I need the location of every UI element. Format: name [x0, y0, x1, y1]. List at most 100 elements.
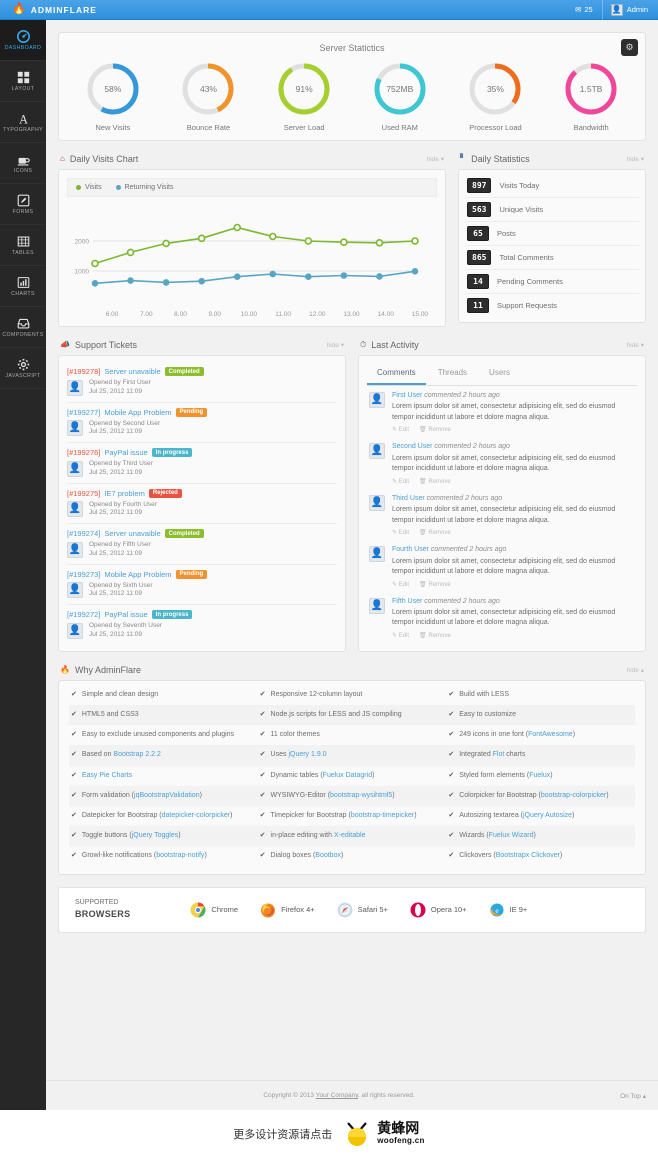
ticket-id[interactable]: [#199277] — [67, 408, 100, 417]
edit-comment-button[interactable]: ✎ Edit — [392, 632, 409, 639]
feature-text-part: Wizards ( — [459, 831, 489, 839]
ticket-item[interactable]: [#199278] Server unavaible Completed 👤 Opene… — [67, 362, 337, 403]
feature-link[interactable]: Easy Pie Charts — [82, 772, 132, 779]
ticket-item[interactable]: [#199277] Mobile App Problem Pending 👤 Opene… — [67, 403, 337, 444]
feature-link[interactable]: bootstrap-colorpicker — [541, 792, 606, 799]
feature-text: Toggle buttons (jQuery Toggles) — [82, 831, 181, 841]
sidebar-item-layout[interactable]: LAYOUT — [0, 61, 46, 102]
tab-comments[interactable]: Comments — [367, 364, 426, 385]
feature-link[interactable]: Flot — [493, 751, 505, 758]
statistic-badge: 563 — [467, 202, 492, 217]
ticket-subject[interactable]: PayPal issue — [104, 610, 147, 619]
remove-comment-button[interactable]: 🗑 Remove — [419, 426, 451, 433]
comment-user[interactable]: Third User — [392, 495, 425, 502]
sidebar-item-forms[interactable]: FORMS — [0, 184, 46, 225]
ticket-subject[interactable]: Mobile App Problem — [104, 570, 171, 579]
x-tick: 6.00 — [105, 311, 119, 318]
sidebar-item-components[interactable]: COMPONENTS — [0, 307, 46, 348]
ticket-item[interactable]: [#199275] IE7 problem Rejected 👤 Opened by F… — [67, 484, 337, 525]
edit-comment-button[interactable]: ✎ Edit — [392, 529, 409, 536]
legend-item-1[interactable]: Returning Visits — [115, 184, 174, 191]
remove-comment-button[interactable]: 🗑 Remove — [419, 581, 451, 588]
feature-text-part: ) — [559, 852, 563, 860]
comment-header: First User commented 2 hours ago — [392, 392, 635, 400]
feature-link[interactable]: Fuelux Wizard — [489, 832, 534, 839]
feature-link[interactable]: Fuelux Datagrid — [323, 772, 372, 779]
ticket-id[interactable]: [#199276] — [67, 448, 100, 457]
feature-link[interactable]: jQuery 1.9.0 — [288, 751, 326, 758]
feature-link[interactable]: X-editable — [334, 832, 366, 839]
feature-text: Simple and clean design — [82, 690, 158, 700]
ticket-item[interactable]: [#199272] PayPal issue In progress 👤 Opened … — [67, 605, 337, 645]
hide-link-daily-statistics[interactable]: hide ▾ — [627, 155, 644, 163]
ticket-id[interactable]: [#199274] — [67, 529, 100, 538]
sidebar-item-tables[interactable]: TABLES — [0, 225, 46, 266]
comment-user[interactable]: Fourth User — [392, 546, 429, 553]
messages-button[interactable]: ✉ 25 — [566, 0, 603, 20]
sidebar-item-charts[interactable]: CHARTS — [0, 266, 46, 307]
comment-user[interactable]: First User — [392, 392, 422, 399]
feature-link[interactable]: jQuery Autosize — [523, 812, 572, 819]
comment-user[interactable]: Second User — [392, 443, 432, 450]
hide-link-last-activity[interactable]: hide ▾ — [627, 341, 644, 349]
user-menu-button[interactable]: 👤 Admin — [603, 0, 658, 20]
remove-comment-button[interactable]: 🗑 Remove — [419, 529, 451, 536]
ticket-id[interactable]: [#199278] — [67, 367, 100, 376]
why-adminflare-header: 🔥 Why AdminFlare hide ▴ — [58, 662, 646, 680]
feature-link[interactable]: Bootbox — [315, 852, 341, 859]
check-icon: ✔ — [448, 690, 455, 698]
feature-text: Colorpicker for Bootstrap (bootstrap-col… — [459, 791, 608, 801]
ticket-subject[interactable]: IE7 problem — [104, 489, 144, 498]
feature-link[interactable]: Bootstrapx Clickover — [496, 852, 560, 859]
edit-comment-button[interactable]: ✎ Edit — [392, 581, 409, 588]
sidebar-item-typography[interactable]: A TYPOGRAPHY — [0, 102, 46, 143]
ticket-subject[interactable]: Mobile App Problem — [104, 408, 171, 417]
feature-link[interactable]: bootstrap-notify — [156, 852, 204, 859]
edit-comment-button[interactable]: ✎ Edit — [392, 426, 409, 433]
company-link[interactable]: Your Company — [316, 1092, 358, 1099]
feature-item: ✔ Node.js scripts for LESS and JS compili… — [258, 705, 447, 725]
brand-logo[interactable]: 🔥 ADMINFLARE — [0, 4, 97, 15]
edit-comment-button[interactable]: ✎ Edit — [392, 478, 409, 485]
hide-link-why-adminflare[interactable]: hide ▴ — [627, 666, 644, 674]
feature-link[interactable]: bootstrap-timepicker — [351, 812, 414, 819]
feature-link[interactable]: jqBootstrapValidation — [134, 792, 200, 799]
on-top-link[interactable]: On Top ▴ — [620, 1092, 646, 1100]
feature-text: Dynamic tables (Fuelux Datagrid) — [271, 771, 375, 781]
feature-link[interactable]: FontAwesome — [528, 731, 573, 738]
remove-comment-button[interactable]: 🗑 Remove — [419, 478, 451, 485]
sidebar-item-icons[interactable]: ICONS — [0, 143, 46, 184]
ticket-item[interactable]: [#199274] Server unavaible Completed 👤 Opene… — [67, 524, 337, 565]
feature-text-part: Node.js scripts for LESS and JS compilin… — [270, 711, 402, 719]
donut-value: 1.5TB — [579, 84, 603, 94]
feature-link[interactable]: Fuelux — [529, 772, 550, 779]
sidebar-item-javascript[interactable]: JAVASCRIPT — [0, 348, 46, 389]
statistic-row: 897 Visits Today — [465, 174, 639, 198]
ticket-subject[interactable]: PayPal issue — [104, 448, 147, 457]
comment-user[interactable]: Fifth User — [392, 598, 422, 605]
remove-comment-button[interactable]: 🗑 Remove — [419, 632, 451, 639]
legend-item-0[interactable]: Visits — [76, 184, 102, 191]
gears-icon[interactable]: ⚙ — [621, 39, 638, 56]
hide-link-support-tickets[interactable]: hide ▾ — [327, 341, 344, 349]
feature-item: ✔ Styled form elements (Fuelux) — [446, 766, 635, 786]
ticket-subject[interactable]: Server unavaible — [104, 529, 160, 538]
ticket-id[interactable]: [#199273] — [67, 570, 100, 579]
ticket-id[interactable]: [#199275] — [67, 489, 100, 498]
feature-link[interactable]: Bootstrap 2.2.2 — [113, 751, 160, 758]
ticket-id[interactable]: [#199272] — [67, 610, 100, 619]
check-icon: ✔ — [448, 831, 455, 839]
ticket-subject[interactable]: Server unavaible — [104, 367, 160, 376]
svg-text:A: A — [19, 112, 28, 125]
comment-item: 👤 Fourth User commented 2 hours ago Lorem … — [367, 540, 637, 591]
hide-link-daily-visits[interactable]: hide ▾ — [427, 155, 444, 163]
tab-threads[interactable]: Threads — [428, 364, 477, 385]
ticket-item[interactable]: [#199273] Mobile App Problem Pending 👤 Opene… — [67, 565, 337, 606]
ticket-item[interactable]: [#199276] PayPal issue In progress 👤 Opened … — [67, 443, 337, 484]
sidebar-item-dashboard[interactable]: DASHBOARD — [0, 20, 46, 61]
tab-users[interactable]: Users — [479, 364, 520, 385]
feature-link[interactable]: bootstrap-wysihtml5 — [330, 792, 392, 799]
feature-link[interactable]: datepicker-colorpicker — [162, 812, 230, 819]
feature-link[interactable]: jQuery Toggles — [132, 832, 179, 839]
ticket-title-row: [#199272] PayPal issue In progress — [67, 610, 337, 620]
